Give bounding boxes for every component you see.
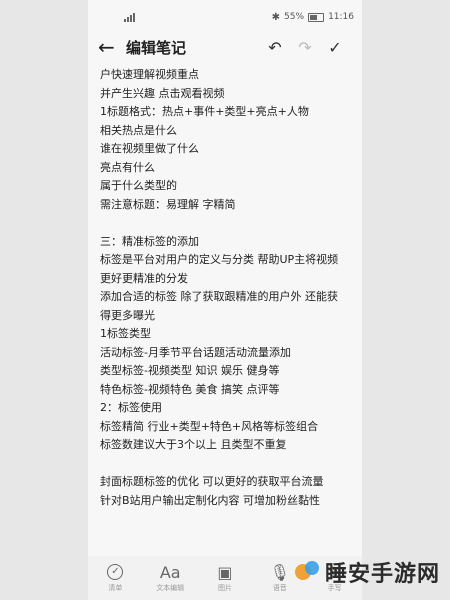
phone-screen: ✱ 55% 11:16 ← 编辑笔记 ↶ ↷ ✓ 户快速理解视频重点并产生兴趣 …	[88, 0, 362, 600]
note-line: 特色标签-视频特色 美食 搞笑 点评等	[100, 382, 280, 396]
toolbar-item-label: 清单	[108, 583, 123, 592]
note-line: 需注意标题：易理解 字精简	[100, 197, 236, 211]
check-circle-icon: ✓	[107, 563, 124, 580]
bluetooth-icon: ✱	[271, 11, 281, 23]
note-line: 1标题格式：热点+事件+类型+亮点+人物	[100, 105, 309, 118]
note-line: 谁在视频里做了什么	[100, 142, 199, 155]
microphone-icon: 🎙	[269, 563, 290, 582]
status-bar: ✱ 55% 11:16	[88, 0, 362, 34]
toolbar-item-label: 语音	[272, 584, 287, 592]
status-right: ✱ 55% 11:16	[272, 12, 354, 23]
note-line: 亮点有什么	[100, 160, 155, 174]
page-title: 编辑笔记	[126, 38, 187, 57]
note-line: 1标签类型	[100, 327, 151, 340]
watermark-logo-icon	[293, 558, 321, 586]
note-line: 封面标题标签的优化 可以更好的获取平台流量	[100, 475, 324, 488]
note-line: 标签是平台对用户的定义与分类 帮助UP主将视频	[100, 253, 339, 266]
note-line: 标签精简 行业+类型+特色+风格等标签组合	[100, 419, 319, 433]
image-icon: ▣	[217, 563, 233, 582]
status-time: 11:16	[328, 12, 354, 22]
toolbar-item-label: 文本编辑	[156, 584, 185, 592]
toolbar-item-label: 图片	[217, 584, 232, 592]
toolbar-item-1[interactable]: Aa 文本编辑	[145, 563, 195, 593]
battery-icon	[308, 12, 325, 22]
note-line: 类型标签-视频类型 知识 娱乐 健身等	[100, 364, 280, 377]
note-line: 标签数建议大于3个以上 且类型不重复	[100, 438, 287, 451]
arrow-left-icon[interactable]: ←	[98, 37, 120, 57]
note-line: 添加合适的标签 除了获取跟精准的用户外 还能获	[100, 290, 338, 303]
note-line: 得更多曝光	[100, 308, 155, 322]
note-line: 属于什么类型的	[100, 179, 177, 192]
watermark: 睡安手游网	[293, 552, 440, 592]
note-line: 针对B站用户输出定制化内容 可增加粉丝黏性	[100, 493, 321, 507]
checkmark-icon[interactable]: ✓	[320, 38, 350, 57]
note-line: 三：精准标签的添加	[100, 234, 199, 248]
note-line: 2：标签使用	[100, 401, 162, 414]
title-bar: ← 编辑笔记 ↶ ↷ ✓	[88, 34, 362, 60]
battery-percent: 55%	[284, 12, 305, 22]
note-line: 更好更精准的分发	[100, 271, 188, 285]
toolbar-item-0[interactable]: ✓ 清单	[90, 563, 140, 593]
note-line: 并产生兴趣 点击观看视频	[100, 86, 225, 100]
note-line: 户快速理解视频重点	[100, 68, 199, 81]
redo-icon[interactable]: ↷	[290, 38, 320, 57]
note-editor[interactable]: 户快速理解视频重点并产生兴趣 点击观看视频 1标题格式：热点+事件+类型+亮点+人…	[88, 60, 362, 510]
signal-icon	[124, 12, 135, 22]
toolbar-item-2[interactable]: ▣ 图片	[200, 563, 250, 593]
note-line: 相关热点是什么	[100, 123, 177, 137]
text-format-icon: Aa	[159, 563, 181, 582]
note-line: 活动标签-月季节平台话题活动流量添加	[100, 345, 291, 359]
undo-icon[interactable]: ↶	[260, 38, 290, 57]
watermark-text: 睡安手游网	[324, 562, 440, 587]
